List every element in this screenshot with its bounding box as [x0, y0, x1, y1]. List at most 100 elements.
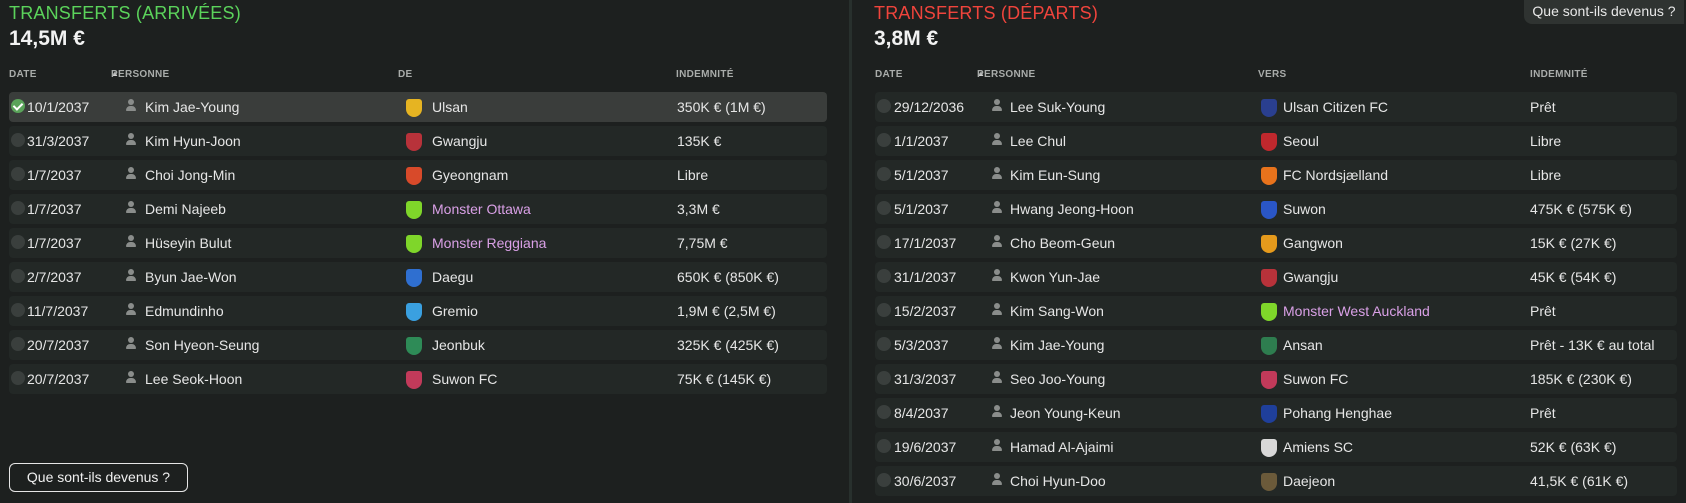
- row-person-link[interactable]: Hamad Al-Ajaimi: [1010, 439, 1113, 455]
- departures-table-header: DATE ▲ PERSONNE VERS INDEMNITÉ: [875, 69, 1675, 83]
- row-person-link[interactable]: Kim Jae-Young: [1010, 337, 1104, 353]
- row-person-link[interactable]: Jeon Young-Keun: [1010, 405, 1121, 421]
- row-club-link[interactable]: Monster Reggiana: [432, 235, 546, 251]
- row-club-link[interactable]: Seoul: [1283, 133, 1319, 149]
- row-person-link[interactable]: Kwon Yun-Jae: [1010, 269, 1100, 285]
- person-icon: [991, 303, 1003, 315]
- row-club-link[interactable]: Gyeongnam: [432, 167, 508, 183]
- club-crest-icon: [406, 303, 422, 321]
- club-crest-icon: [1261, 371, 1277, 389]
- row-person-link[interactable]: Choi Jong-Min: [145, 167, 235, 183]
- table-row[interactable]: 31/3/2037 Kim Hyun-Joon Gwangju 135K €: [9, 126, 827, 156]
- row-date: 31/3/2037: [27, 133, 90, 149]
- club-crest-icon: [406, 337, 422, 355]
- club-crest-icon: [1261, 99, 1277, 117]
- row-club-link[interactable]: FC Nordsjælland: [1283, 167, 1388, 183]
- club-crest-icon: [1261, 405, 1277, 423]
- row-club-link[interactable]: Daegu: [432, 269, 473, 285]
- row-person-link[interactable]: Lee Suk-Young: [1010, 99, 1105, 115]
- row-club-link[interactable]: Gangwon: [1283, 235, 1343, 251]
- table-row[interactable]: 19/6/2037 Hamad Al-Ajaimi Amiens SC 52K € (…: [875, 432, 1677, 462]
- column-fee[interactable]: INDEMNITÉ: [676, 69, 734, 80]
- table-row[interactable]: 2/7/2037 Byun Jae-Won Daegu 650K € (850K €): [9, 262, 827, 292]
- column-date[interactable]: DATE: [875, 69, 903, 80]
- table-row[interactable]: 1/7/2037 Demi Najeeb Monster Ottawa 3,3M €: [9, 194, 827, 224]
- table-row[interactable]: 1/7/2037 Choi Jong-Min Gyeongnam Libre: [9, 160, 827, 190]
- row-date: 20/7/2037: [27, 371, 90, 387]
- table-row[interactable]: 15/2/2037 Kim Sang-Won Monster West Auckla…: [875, 296, 1677, 326]
- column-from[interactable]: DE: [398, 69, 413, 80]
- row-fee: 135K €: [677, 133, 722, 149]
- row-club-link[interactable]: Amiens SC: [1283, 439, 1353, 455]
- table-row[interactable]: 31/3/2037 Seo Joo-Young Suwon FC 185K € (23…: [875, 364, 1677, 394]
- table-row[interactable]: 1/7/2037 Hüseyin Bulut Monster Reggiana 7,7…: [9, 228, 827, 258]
- table-row[interactable]: 30/6/2037 Choi Hyun-Doo Daejeon 41,5K € (61…: [875, 466, 1677, 496]
- row-person-link[interactable]: Lee Chul: [1010, 133, 1066, 149]
- row-club-link[interactable]: Suwon FC: [432, 371, 497, 387]
- person-icon: [125, 235, 137, 247]
- departures-panel: TRANSFERTS (DÉPARTS) 3,8M € DATE ▲ PERSON…: [852, 0, 1686, 503]
- row-fee: Prêt: [1530, 99, 1556, 115]
- row-person-link[interactable]: Hüseyin Bulut: [145, 235, 231, 251]
- row-person-link[interactable]: Lee Seok-Hoon: [145, 371, 242, 387]
- row-club-link[interactable]: Ansan: [1283, 337, 1323, 353]
- row-club-link[interactable]: Gremio: [432, 303, 478, 319]
- row-person-link[interactable]: Kim Sang-Won: [1010, 303, 1104, 319]
- row-person-link[interactable]: Choi Hyun-Doo: [1010, 473, 1106, 489]
- row-club-link[interactable]: Monster West Auckland: [1283, 303, 1430, 319]
- row-date: 1/7/2037: [27, 201, 82, 217]
- row-club-link[interactable]: Ulsan: [432, 99, 468, 115]
- club-crest-icon: [406, 269, 422, 287]
- table-row[interactable]: 5/1/2037 Kim Eun-Sung FC Nordsjælland Libre: [875, 160, 1677, 190]
- row-club-link[interactable]: Jeonbuk: [432, 337, 485, 353]
- table-row[interactable]: 5/1/2037 Hwang Jeong-Hoon Suwon 475K € (575…: [875, 194, 1677, 224]
- column-to[interactable]: VERS: [1258, 69, 1286, 80]
- table-row[interactable]: 20/7/2037 Lee Seok-Hoon Suwon FC 75K € (145…: [9, 364, 827, 394]
- column-fee[interactable]: INDEMNITÉ: [1530, 69, 1588, 80]
- row-club-link[interactable]: Gwangju: [1283, 269, 1338, 285]
- row-fee: 185K € (230K €): [1530, 371, 1632, 387]
- unchecked-icon: [11, 371, 25, 385]
- column-date[interactable]: DATE: [9, 69, 37, 80]
- row-person-link[interactable]: Cho Beom-Geun: [1010, 235, 1115, 251]
- row-fee: 41,5K € (61K €): [1530, 473, 1629, 489]
- row-person-link[interactable]: Kim Jae-Young: [145, 99, 239, 115]
- row-date: 31/1/2037: [894, 269, 957, 285]
- table-row[interactable]: 1/1/2037 Lee Chul Seoul Libre: [875, 126, 1677, 156]
- row-club-link[interactable]: Gwangju: [432, 133, 487, 149]
- table-row[interactable]: 17/1/2037 Cho Beom-Geun Gangwon 15K € (27K …: [875, 228, 1677, 258]
- row-date: 10/1/2037: [27, 99, 90, 115]
- club-crest-icon: [1261, 303, 1277, 321]
- table-row[interactable]: 8/4/2037 Jeon Young-Keun Pohang Henghae Prê…: [875, 398, 1677, 428]
- row-club-link[interactable]: Monster Ottawa: [432, 201, 531, 217]
- table-row[interactable]: 31/1/2037 Kwon Yun-Jae Gwangju 45K € (54K €…: [875, 262, 1677, 292]
- table-row[interactable]: 10/1/2037 Kim Jae-Young Ulsan 350K € (1M €): [9, 92, 827, 122]
- row-person-link[interactable]: Edmundinho: [145, 303, 224, 319]
- row-person-link[interactable]: Kim Hyun-Joon: [145, 133, 241, 149]
- table-row[interactable]: 11/7/2037 Edmundinho Gremio 1,9M € (2,5M €): [9, 296, 827, 326]
- what-became-of-them-button[interactable]: Que sont-ils devenus ?: [9, 463, 188, 492]
- row-person-link[interactable]: Demi Najeeb: [145, 201, 226, 217]
- row-fee: Libre: [1530, 167, 1562, 183]
- row-club-link[interactable]: Ulsan Citizen FC: [1283, 99, 1388, 115]
- row-person-link[interactable]: Byun Jae-Won: [145, 269, 237, 285]
- unchecked-icon: [877, 99, 891, 113]
- row-person-link[interactable]: Son Hyeon-Seung: [145, 337, 259, 353]
- row-club-link[interactable]: Pohang Henghae: [1283, 405, 1392, 421]
- row-person-link[interactable]: Kim Eun-Sung: [1010, 167, 1100, 183]
- club-crest-icon: [406, 201, 422, 219]
- table-row[interactable]: 29/12/2036 Lee Suk-Young Ulsan Citizen FC P…: [875, 92, 1677, 122]
- table-row[interactable]: 20/7/2037 Son Hyeon-Seung Jeonbuk 325K € (4…: [9, 330, 827, 360]
- row-club-link[interactable]: Suwon: [1283, 201, 1326, 217]
- club-crest-icon: [406, 133, 422, 151]
- row-club-link[interactable]: Suwon FC: [1283, 371, 1348, 387]
- row-person-link[interactable]: Hwang Jeong-Hoon: [1010, 201, 1134, 217]
- row-date: 29/12/2036: [894, 99, 965, 115]
- person-icon: [991, 371, 1003, 383]
- what-became-of-them-top-button[interactable]: Que sont-ils devenus ?: [1524, 0, 1684, 24]
- unchecked-icon: [11, 303, 25, 317]
- row-club-link[interactable]: Daejeon: [1283, 473, 1335, 489]
- unchecked-icon: [11, 167, 25, 181]
- table-row[interactable]: 5/3/2037 Kim Jae-Young Ansan Prêt - 13K € a…: [875, 330, 1677, 360]
- row-person-link[interactable]: Seo Joo-Young: [1010, 371, 1105, 387]
